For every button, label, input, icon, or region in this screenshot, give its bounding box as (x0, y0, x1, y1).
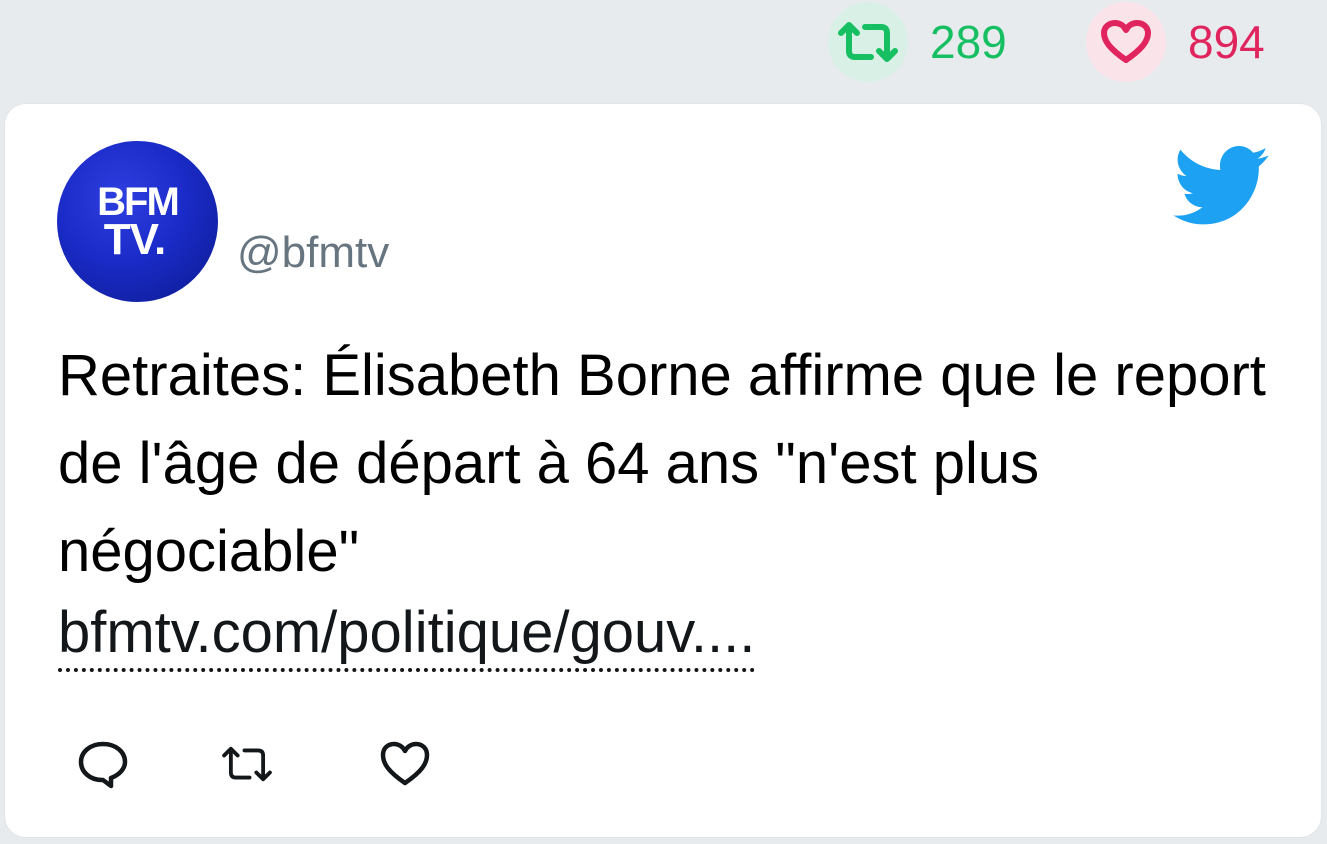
reply-icon[interactable] (75, 736, 131, 792)
twitter-bird-icon[interactable] (1173, 146, 1271, 226)
like-count: 894 (1188, 16, 1265, 68)
tweet-text: Retraites: Élisabeth Borne affirme que l… (58, 343, 1266, 584)
tweet-link[interactable]: bfmtv.com/politique/gouv.... (58, 598, 756, 672)
retweet-stat[interactable]: 289 (828, 2, 1007, 82)
retweet-stat-icon[interactable] (828, 2, 908, 82)
avatar[interactable]: BFM TV. (57, 141, 218, 302)
retweet-count: 289 (930, 16, 1007, 68)
avatar-logo-line2: TV. (103, 214, 166, 264)
tweet-card[interactable]: BFM TV. @bfmtv Retraites: Élisabeth Born… (4, 103, 1322, 838)
user-handle[interactable]: @bfmtv (237, 228, 389, 278)
retweet-icon[interactable] (219, 736, 275, 792)
heart-stat-icon[interactable] (1086, 2, 1166, 82)
like-stat[interactable]: 894 (1086, 2, 1265, 82)
engagement-stats: 289 894 (0, 0, 1327, 84)
heart-icon[interactable] (377, 736, 433, 792)
